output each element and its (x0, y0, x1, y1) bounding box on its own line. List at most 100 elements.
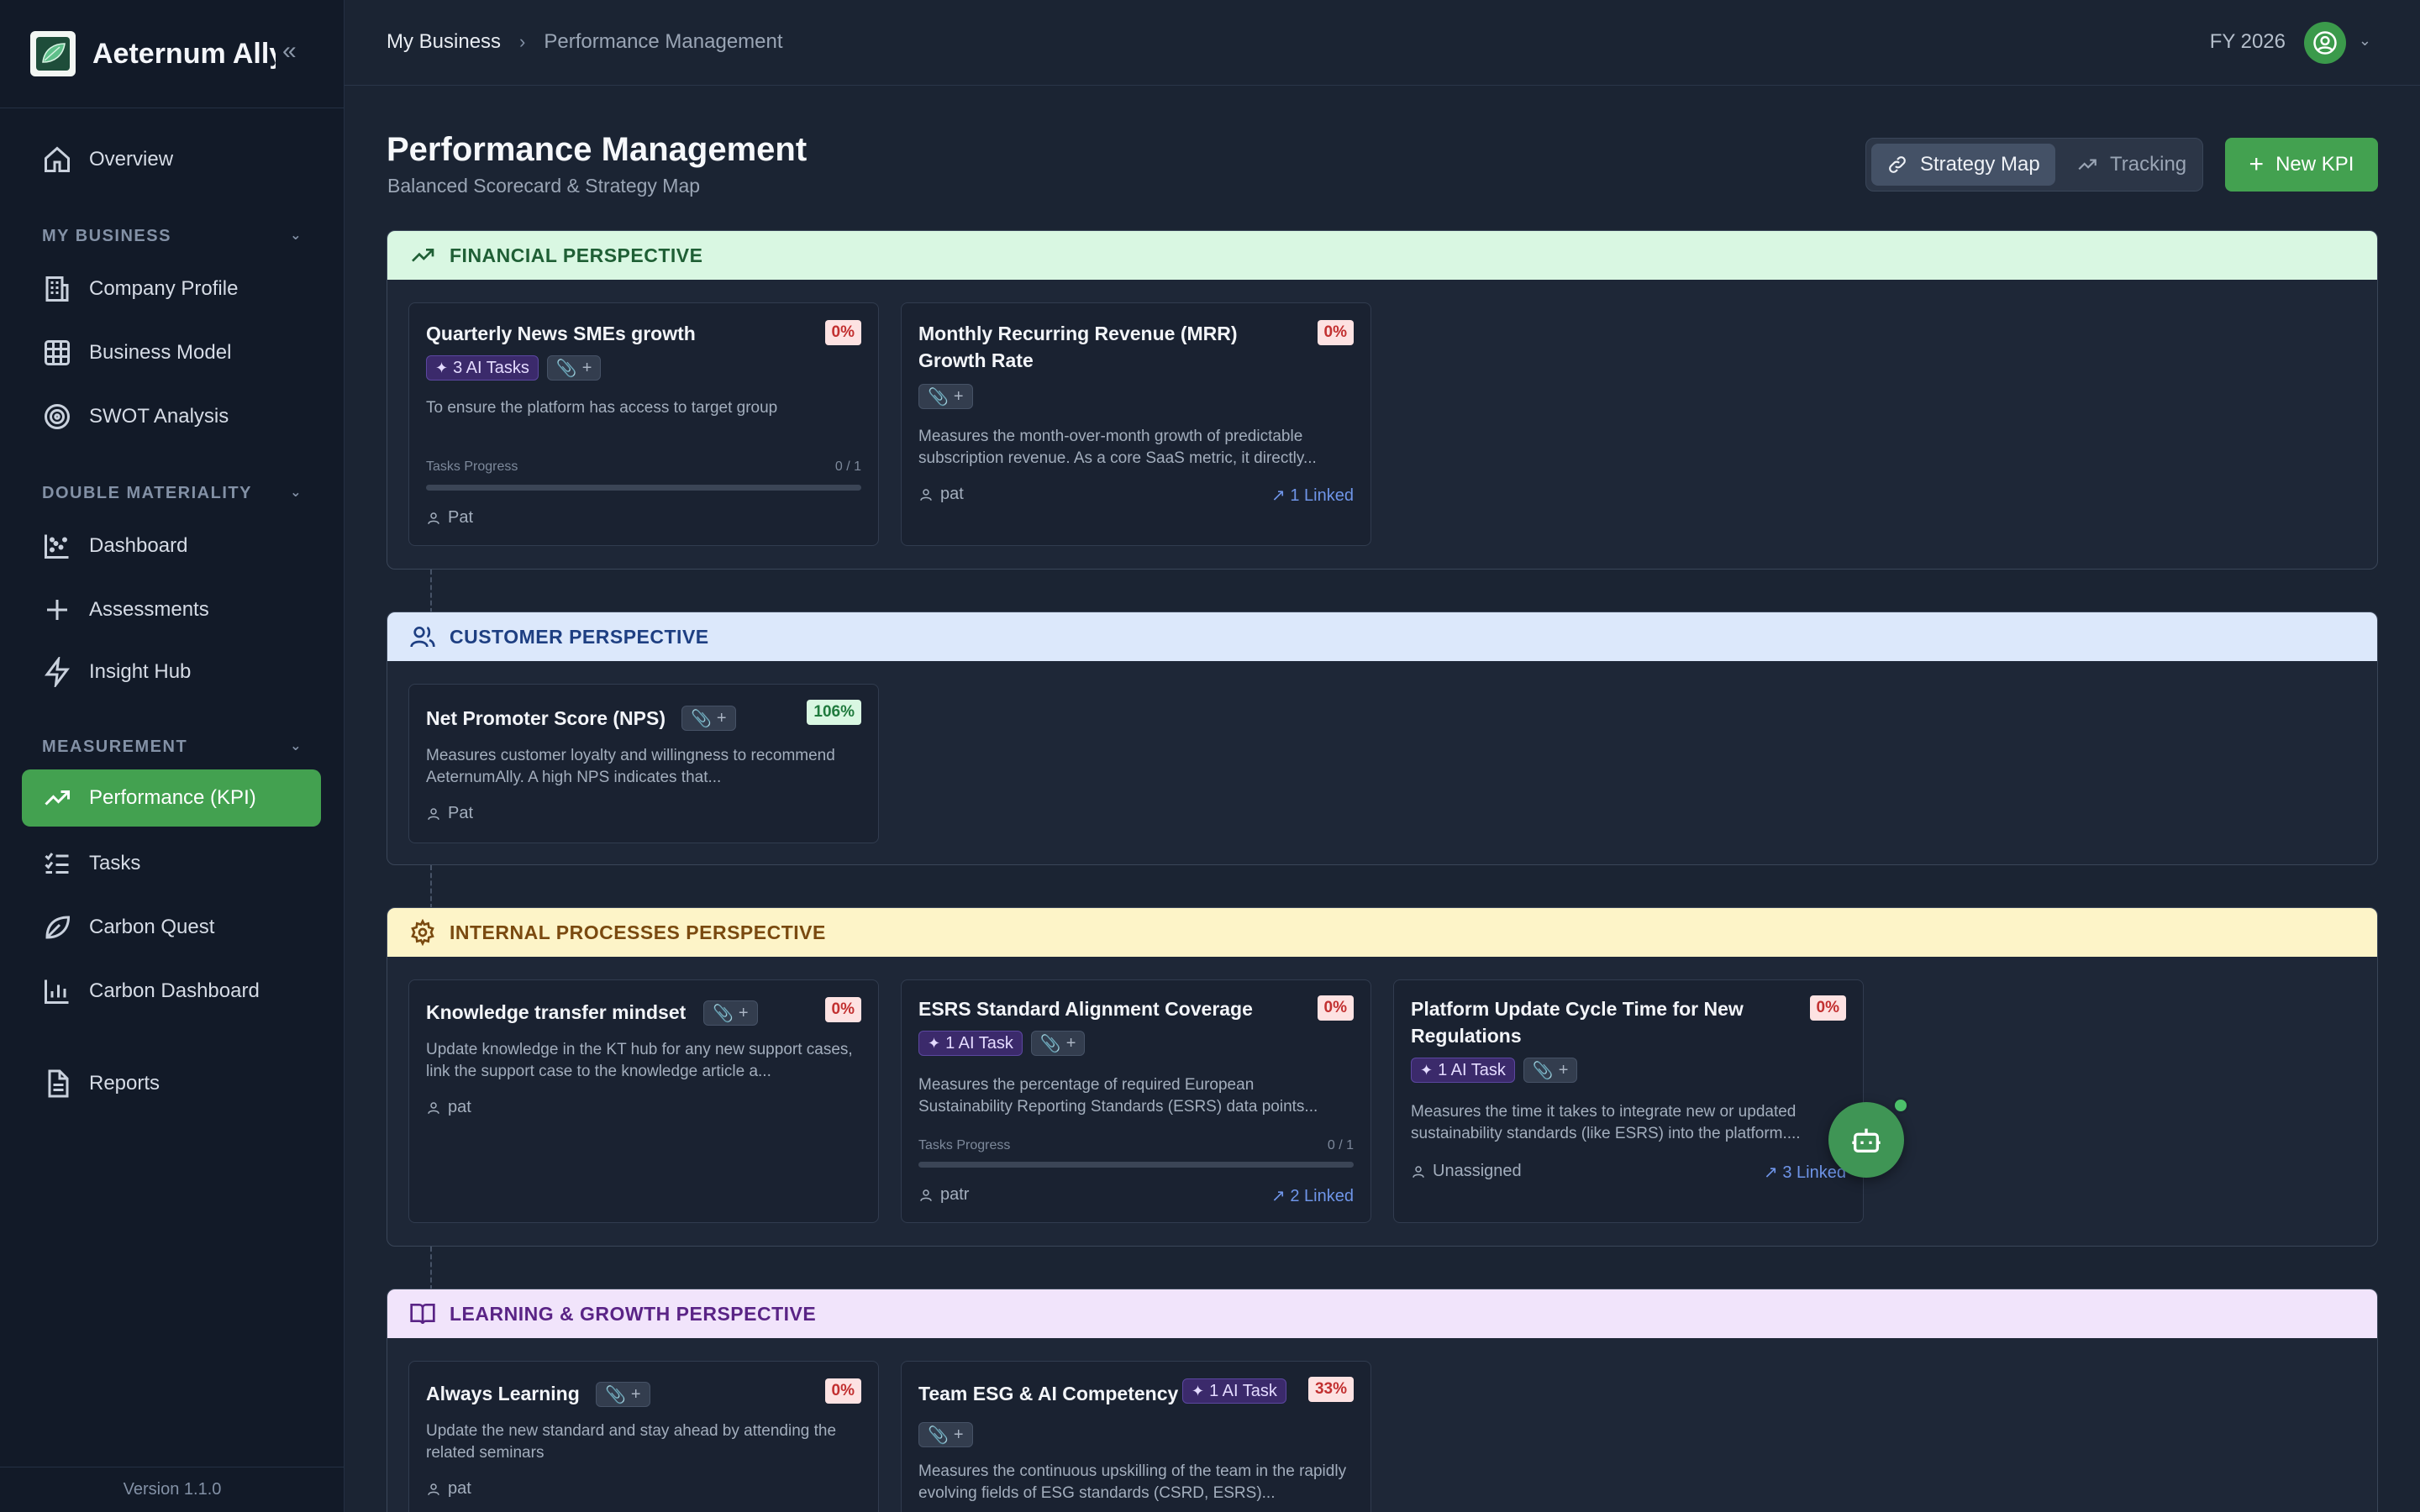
ai-tasks-chip[interactable]: ✦ 1 AI Task (918, 1031, 1023, 1056)
nav-dashboard[interactable]: Dashboard (22, 517, 321, 575)
ai-assistant-button[interactable] (1828, 1102, 1904, 1178)
chip-label: 1 AI Task (1438, 1060, 1506, 1079)
linked-kpis-link[interactable]: ↗ 1 Linked (1271, 485, 1354, 506)
kpi-chips: 📎 + (918, 384, 981, 409)
nav-label: Assessments (89, 598, 209, 621)
linked-kpis-link[interactable]: ↗ 3 Linked (1764, 1162, 1846, 1183)
nav-assessments[interactable]: Assessments (22, 581, 321, 638)
attach-button[interactable]: 📎 + (1523, 1058, 1578, 1083)
bar-chart-icon (45, 979, 69, 1004)
attach-button[interactable]: 📎 + (1030, 1031, 1086, 1056)
paperclip-icon: 📎 (605, 1385, 626, 1404)
attach-button[interactable]: 📎 + (596, 1382, 650, 1407)
kpi-owner: Unassigned (1411, 1162, 1522, 1181)
chevron-right-icon: › (519, 31, 526, 52)
kpi-card[interactable]: Always Learning 📎 + 0% Update the new sta… (408, 1361, 879, 1512)
kpi-title: Quarterly News SMEs growth (426, 323, 696, 344)
chip-label: 3 AI Tasks (453, 358, 529, 377)
linked-count: 1 Linked (1290, 486, 1354, 505)
nav-performance-kpi[interactable]: Performance (KPI) (22, 769, 321, 827)
section-label: DOUBLE MATERIALITY (42, 484, 252, 502)
section-my-business[interactable]: MY BUSINESS ⌄ (42, 227, 302, 246)
kpi-title: Platform Update Cycle Time for New Regul… (1411, 998, 1744, 1047)
section-measurement[interactable]: MEASUREMENT ⌄ (42, 738, 302, 757)
perspective-connector (430, 1247, 432, 1290)
sparkles-icon: ✦ (1192, 1382, 1205, 1399)
nav-company-profile[interactable]: Company Profile (22, 260, 321, 318)
chip-label: + (953, 1425, 964, 1444)
sparkles-icon: ✦ (928, 1034, 941, 1052)
book-icon (410, 1304, 435, 1325)
linked-kpis-link[interactable]: ↗ 2 Linked (1271, 1185, 1354, 1206)
kpi-owner: Pat (426, 508, 473, 528)
chip-label: + (953, 386, 964, 406)
target-icon (45, 404, 70, 429)
ai-tasks-chip[interactable]: ✦ 3 AI Tasks (426, 355, 539, 381)
kpi-title: Always Learning (426, 1383, 580, 1404)
kpi-card[interactable]: Monthly Recurring Revenue (MRR) Growth R… (901, 302, 1371, 546)
attach-button[interactable]: 📎 + (918, 1422, 973, 1447)
strategy-map-tab[interactable]: Strategy Map (1871, 144, 2055, 186)
kpi-title: ESRS Standard Alignment Coverage (918, 998, 1253, 1020)
kpi-chips: 📎 + (918, 1422, 981, 1447)
kpi-description: Measures the time it takes to integrate … (1411, 1103, 1801, 1142)
perspective-title: INTERNAL PROCESSES PERSPECTIVE (450, 921, 826, 943)
perspective-header: CUSTOMER PERSPECTIVE (387, 612, 2377, 661)
nav-label: Carbon Dashboard (89, 979, 260, 1002)
chip-label: 1 AI Task (945, 1033, 1013, 1053)
brand-logo-icon (30, 31, 76, 76)
kpi-card[interactable]: Quarterly News SMEs growth 0% ✦ 3 AI Task… (408, 302, 879, 546)
progress-caption: Tasks Progress (426, 459, 518, 474)
paperclip-icon: 📎 (555, 359, 577, 378)
nav-swot-analysis[interactable]: SWOT Analysis (22, 388, 321, 445)
ai-tasks-chip[interactable]: ✦ 1 AI Task (1182, 1378, 1286, 1404)
kpi-description: Update the new standard and stay ahead b… (426, 1422, 837, 1462)
kpi-percent-badge: 0% (1809, 995, 1846, 1021)
fiscal-year-selector[interactable]: FY 2026 (2210, 30, 2286, 54)
tab-label: Tracking (2110, 153, 2187, 176)
nav-reports[interactable]: Reports (22, 1055, 321, 1112)
user-avatar-icon[interactable] (2304, 22, 2346, 64)
nav-tasks[interactable]: Tasks (22, 835, 321, 892)
nav-insight-hub[interactable]: Insight Hub (22, 643, 321, 701)
attach-button[interactable]: 📎 + (918, 384, 973, 409)
sidebar: Aeternum Ally « Overview MY BUSINESS ⌄ C… (0, 0, 345, 1512)
attach-button[interactable]: 📎 + (681, 706, 736, 731)
breadcrumb-my-business[interactable]: My Business (387, 30, 501, 54)
section-double-materiality[interactable]: DOUBLE MATERIALITY ⌄ (42, 484, 302, 503)
kpi-title: Monthly Recurring Revenue (MRR) Growth R… (918, 323, 1238, 371)
paperclip-icon: 📎 (928, 1425, 949, 1445)
arrow-up-right-icon: ↗ (1271, 486, 1291, 505)
leaf-icon (45, 916, 71, 939)
new-kpi-button[interactable]: + New KPI (2225, 138, 2378, 192)
trending-up-icon (412, 249, 434, 262)
user-icon (1413, 1165, 1424, 1178)
kpi-card[interactable]: Net Promoter Score (NPS) 📎 + 106% Measure… (408, 684, 879, 843)
tasks-progress-label: Tasks Progress 0 / 1 (918, 1138, 1354, 1153)
brand[interactable]: Aeternum Ally (30, 30, 276, 77)
collapse-sidebar-icon[interactable]: « (282, 37, 297, 66)
nav-carbon-quest[interactable]: Carbon Quest (22, 899, 321, 956)
kpi-description: Measures the continuous upskilling of th… (918, 1462, 1347, 1502)
users-icon (410, 627, 435, 648)
ai-tasks-chip[interactable]: ✦ 1 AI Task (1411, 1058, 1515, 1083)
tracking-tab[interactable]: Tracking (2061, 144, 2202, 186)
nav-overview[interactable]: Overview (22, 131, 321, 188)
chevron-down-icon[interactable]: ⌄ (2359, 32, 2371, 50)
kpi-card[interactable]: Team ESG & AI Competency ✦ 1 AI Task 33% … (901, 1361, 1371, 1512)
nav-carbon-dashboard[interactable]: Carbon Dashboard (22, 963, 321, 1020)
nav-business-model[interactable]: Business Model (22, 324, 321, 381)
paperclip-icon: 📎 (691, 709, 712, 728)
attach-button[interactable]: 📎 + (703, 1000, 758, 1026)
nav-label: Insight Hub (89, 660, 192, 683)
kpi-description: Measures customer loyalty and willingnes… (426, 747, 835, 786)
gear-icon (411, 919, 434, 946)
kpi-title: Net Promoter Score (NPS) (426, 707, 666, 729)
kpi-percent-badge: 0% (824, 997, 861, 1022)
kpi-card[interactable]: Knowledge transfer mindset 📎 + 0% Update … (408, 979, 879, 1223)
attach-button[interactable]: 📎 + (546, 355, 602, 381)
link-icon (1889, 156, 1906, 173)
kpi-card[interactable]: ESRS Standard Alignment Coverage 0% ✦ 1 A… (901, 979, 1371, 1223)
kpi-chips: 📎 + (681, 706, 744, 731)
kpi-card[interactable]: Platform Update Cycle Time for New Regul… (1393, 979, 1864, 1223)
